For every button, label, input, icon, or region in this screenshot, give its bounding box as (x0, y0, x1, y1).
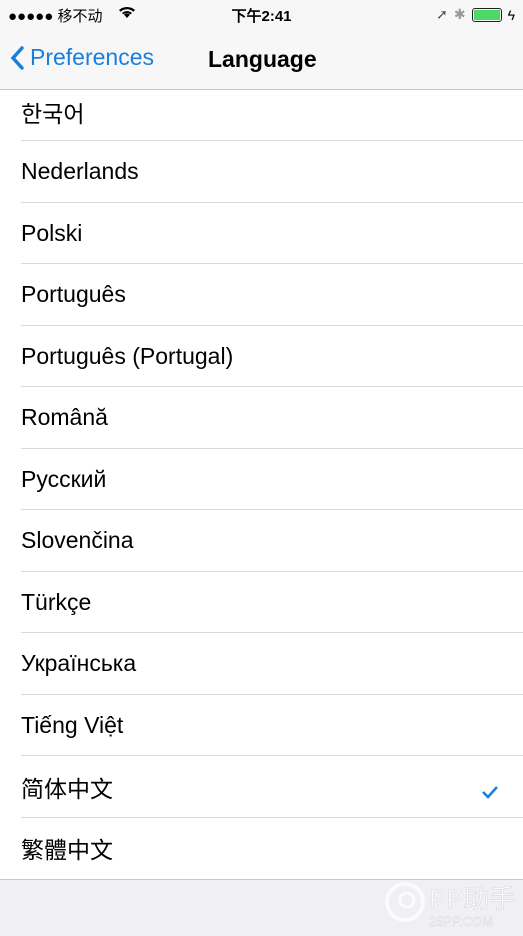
language-label: Русский (21, 465, 107, 492)
battery-icon (471, 7, 502, 22)
page-title: Language (208, 46, 317, 72)
language-row[interactable]: Русский (0, 449, 523, 511)
language-row[interactable]: Українська (0, 633, 523, 695)
svg-text:PP助手: PP助手 (429, 884, 516, 914)
charging-icon: ϟ (507, 6, 515, 23)
language-label: 한국어 (21, 101, 85, 127)
language-label: Português (21, 281, 126, 308)
language-row[interactable]: Română (0, 387, 523, 449)
checkmark-icon (481, 778, 499, 805)
language-row[interactable]: Português (0, 264, 523, 326)
language-label: Українська (21, 650, 137, 677)
chevron-left-icon (10, 45, 24, 70)
language-label: 简体中文 (21, 775, 113, 802)
language-row[interactable]: Polski (0, 203, 523, 265)
language-label: Nederlands (21, 158, 139, 185)
language-label: 繁體中文 (21, 837, 113, 864)
location-icon: ➚ (436, 6, 448, 22)
language-list: 한국어 Nederlands Polski Português Português (P… (0, 90, 523, 880)
bluetooth-icon: ✱ (453, 6, 466, 22)
language-label: Slovenčina (21, 527, 134, 554)
language-label: Română (21, 404, 108, 431)
language-row[interactable]: Tiếng Việt (0, 695, 523, 757)
language-label: Polski (21, 219, 83, 246)
back-button[interactable]: Preferences (10, 44, 154, 71)
language-row[interactable]: Português (Portugal) (0, 326, 523, 388)
language-row[interactable]: Türkçe (0, 572, 523, 634)
language-row[interactable]: Nederlands (0, 141, 523, 203)
back-label: Preferences (30, 44, 155, 70)
language-label: Português (Portugal) (21, 342, 234, 369)
language-label: Tiếng Việt (21, 711, 124, 738)
language-row[interactable]: 繁體中文 (0, 818, 523, 880)
watermark-logo: PP助手 25PP.COM (383, 876, 518, 936)
language-row[interactable]: Slovenčina (0, 510, 523, 572)
svg-text:25PP.COM: 25PP.COM (429, 914, 493, 929)
language-row[interactable]: 한국어 (0, 90, 523, 141)
language-label: Türkçe (21, 588, 92, 615)
navigation-bar: Preferences Language (0, 30, 523, 90)
language-row[interactable]: 简体中文 (0, 756, 523, 818)
status-bar: ●●●●● 移不动 下午2:41 ➚ ✱ ϟ (0, 0, 523, 30)
